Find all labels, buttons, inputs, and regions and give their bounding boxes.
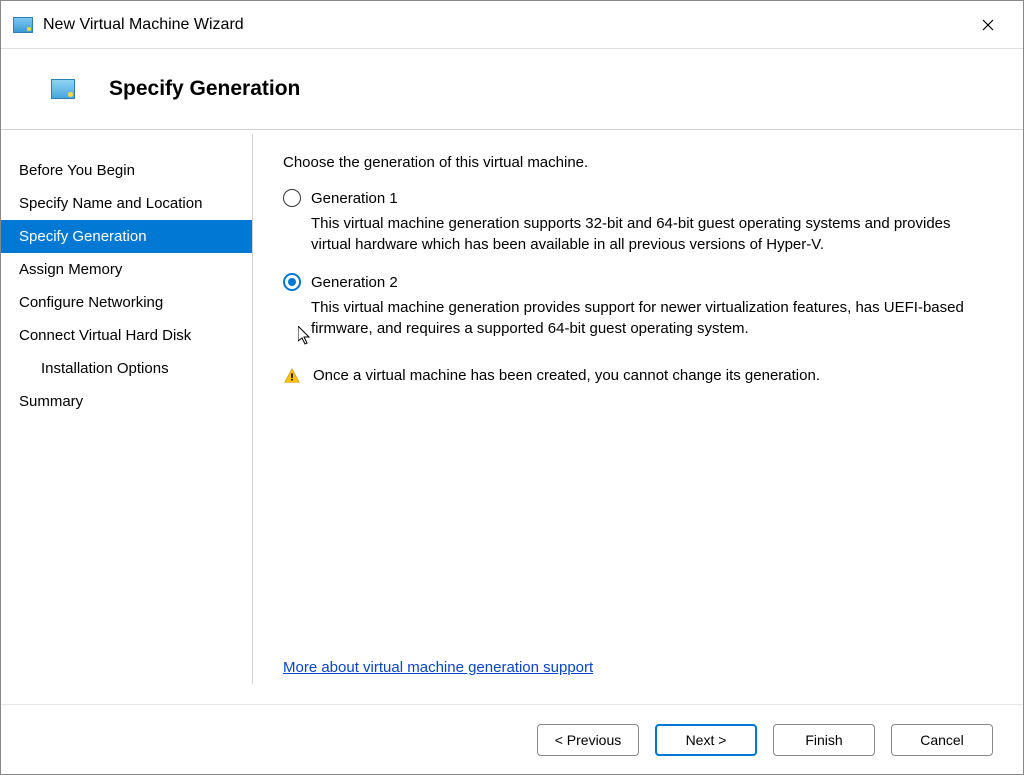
sidebar-item-installation-options[interactable]: Installation Options (1, 352, 252, 385)
finish-button[interactable]: Finish (773, 724, 875, 756)
warning-row: Once a virtual machine has been created,… (283, 367, 993, 385)
sidebar: Before You Begin Specify Name and Locati… (1, 134, 253, 684)
footer: < Previous Next > Finish Cancel (1, 704, 1023, 774)
sidebar-item-summary[interactable]: Summary (1, 385, 252, 418)
wizard-window: New Virtual Machine Wizard Specify Gener… (0, 0, 1024, 775)
radio-desc-gen2: This virtual machine generation provides… (311, 297, 993, 339)
sidebar-item-before-you-begin[interactable]: Before You Begin (1, 154, 252, 187)
page-title: Specify Generation (109, 77, 300, 101)
help-link[interactable]: More about virtual machine generation su… (283, 659, 993, 676)
intro-text: Choose the generation of this virtual ma… (283, 154, 993, 171)
sidebar-item-specify-name[interactable]: Specify Name and Location (1, 187, 252, 220)
main-content: Choose the generation of this virtual ma… (253, 130, 1023, 704)
close-icon (982, 19, 994, 31)
radio-label-gen2: Generation 2 (311, 274, 398, 291)
app-icon (13, 17, 33, 33)
window-title: New Virtual Machine Wizard (43, 16, 965, 34)
titlebar: New Virtual Machine Wizard (1, 1, 1023, 49)
sidebar-item-specify-generation[interactable]: Specify Generation (1, 220, 252, 253)
radio-option-gen1[interactable]: Generation 1 (283, 189, 993, 207)
radio-group-gen1: Generation 1 This virtual machine genera… (283, 189, 993, 259)
next-button[interactable]: Next > (655, 724, 757, 756)
radio-group-gen2: Generation 2 This virtual machine genera… (283, 273, 993, 343)
sidebar-item-assign-memory[interactable]: Assign Memory (1, 253, 252, 286)
radio-option-gen2[interactable]: Generation 2 (283, 273, 993, 291)
cancel-button[interactable]: Cancel (891, 724, 993, 756)
warning-text: Once a virtual machine has been created,… (313, 367, 820, 384)
previous-button[interactable]: < Previous (537, 724, 639, 756)
warning-icon (283, 367, 301, 385)
sidebar-item-connect-vhd[interactable]: Connect Virtual Hard Disk (1, 319, 252, 352)
body: Before You Begin Specify Name and Locati… (1, 130, 1023, 704)
sidebar-item-configure-networking[interactable]: Configure Networking (1, 286, 252, 319)
wizard-icon (51, 79, 75, 99)
header-area: Specify Generation (1, 49, 1023, 129)
radio-icon (283, 189, 301, 207)
radio-icon (283, 273, 301, 291)
spacer (283, 385, 993, 659)
close-button[interactable] (965, 9, 1011, 41)
radio-label-gen1: Generation 1 (311, 190, 398, 207)
radio-desc-gen1: This virtual machine generation supports… (311, 213, 993, 255)
